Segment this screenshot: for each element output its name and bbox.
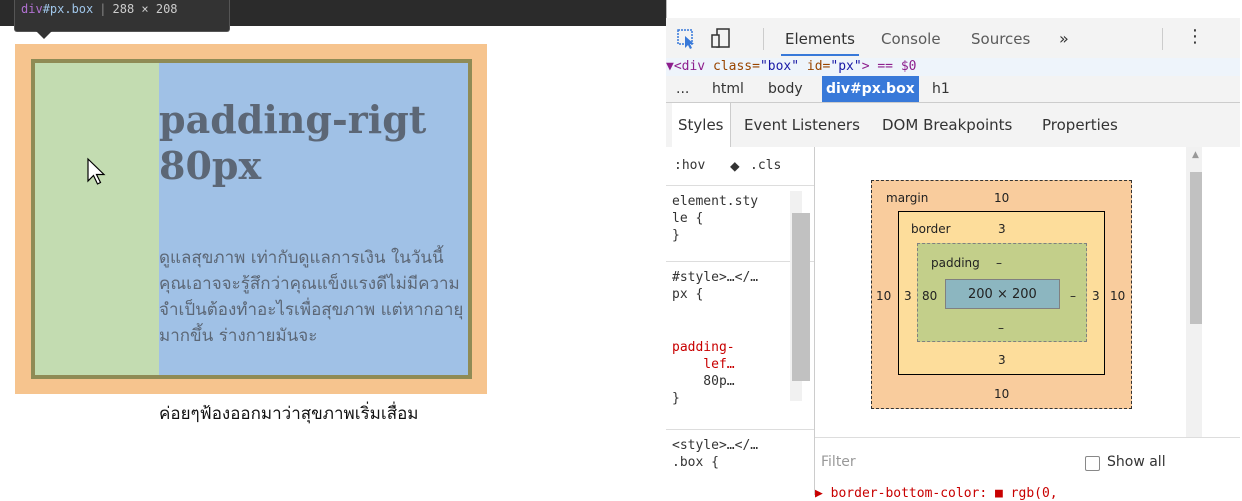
breadcrumb-body[interactable]: body bbox=[764, 76, 807, 102]
breadcrumb-div-selected[interactable]: div#px.box bbox=[822, 76, 919, 102]
content-size-value[interactable]: 200 × 200 bbox=[968, 288, 1037, 302]
styles-scrollbar-thumb[interactable] bbox=[792, 213, 810, 381]
margin-label: margin bbox=[886, 191, 929, 205]
rule-box-selector[interactable]: <style>…</… .box { bbox=[672, 437, 792, 471]
border-top-value[interactable]: 3 bbox=[998, 222, 1006, 236]
node-attr-id: id= bbox=[799, 59, 831, 74]
menu-kebab-icon[interactable]: ⋮ bbox=[1186, 22, 1204, 52]
rule-element-style[interactable]: element.sty le { } bbox=[672, 193, 792, 244]
computed-filter-input[interactable]: Filter bbox=[821, 454, 856, 470]
toolbar-divider bbox=[763, 28, 764, 50]
element-tooltip: div#px.box | 288 × 208 bbox=[14, 0, 230, 32]
breadcrumb-html[interactable]: html bbox=[708, 76, 748, 102]
mouse-cursor-icon bbox=[87, 157, 106, 185]
heading-line-2: 80px bbox=[159, 143, 262, 188]
computed-property-row[interactable]: ▶ border-bottom-color: ■ rgb(0, bbox=[815, 486, 1058, 501]
node-tag-close: > == $0 bbox=[861, 59, 917, 74]
rule-padding-left-prop[interactable]: padding- lef… bbox=[672, 339, 792, 373]
tab-sources[interactable]: Sources bbox=[971, 24, 1030, 54]
styles-subtabs: Styles Event Listeners DOM Breakpoints P… bbox=[666, 103, 1240, 148]
show-all-label: Show all bbox=[1107, 454, 1166, 470]
margin-left-value[interactable]: 10 bbox=[876, 289, 891, 303]
tab-styles[interactable]: Styles bbox=[672, 103, 731, 147]
styles-filter-bar: :hov ◆ .cls bbox=[666, 147, 814, 186]
tooltip-dimensions: 288 × 208 bbox=[112, 2, 178, 16]
border-label: border bbox=[911, 222, 951, 236]
page-heading: padding-rigt 80px bbox=[159, 97, 479, 189]
rule-padding-left-value[interactable]: 80p… } bbox=[672, 373, 792, 407]
styles-pane: :hov ◆ .cls element.sty le { } #style>…<… bbox=[666, 147, 815, 495]
devtools-toolbar: Elements Console Sources » ⋮ bbox=[666, 18, 1240, 59]
tab-elements[interactable]: Elements bbox=[781, 24, 859, 56]
paragraph-overflow: ค่อยๆฟ้องออกมาว่าสุขภาพเริ่มเสื่อม bbox=[159, 404, 419, 424]
rule-divider bbox=[666, 429, 814, 430]
selected-node-line[interactable]: ▼<div class="box" id="px"> == $0 bbox=[666, 58, 1240, 76]
element-state-icon[interactable]: ◆ bbox=[730, 147, 740, 185]
border-left-value[interactable]: 3 bbox=[904, 289, 912, 303]
heading-line-1: padding-rigt bbox=[159, 97, 427, 142]
node-attr-class: class= bbox=[712, 59, 760, 74]
padding-right-value[interactable]: – bbox=[1070, 289, 1076, 303]
tab-properties[interactable]: Properties bbox=[1042, 103, 1118, 147]
node-tag-open: ▼<div bbox=[666, 59, 713, 74]
node-attr-id-value: "px" bbox=[830, 59, 862, 74]
show-all-checkbox[interactable] bbox=[1085, 456, 1100, 471]
rule-px-selector[interactable]: #style>…</… px { bbox=[672, 269, 792, 303]
scroll-up-icon[interactable]: ▲ bbox=[1192, 150, 1199, 160]
breadcrumb-h1[interactable]: h1 bbox=[928, 76, 954, 102]
padding-label: padding bbox=[931, 256, 980, 270]
device-toolbar-icon[interactable] bbox=[710, 26, 732, 50]
padding-left-value[interactable]: 80 bbox=[922, 289, 937, 303]
margin-right-value[interactable]: 10 bbox=[1110, 289, 1125, 303]
border-bottom-value[interactable]: 3 bbox=[998, 353, 1006, 367]
tooltip-selector: #px.box bbox=[42, 2, 94, 16]
padding-highlight bbox=[35, 63, 159, 375]
padding-top-value[interactable]: – bbox=[996, 256, 1002, 270]
more-tabs-button[interactable]: » bbox=[1059, 24, 1069, 54]
tab-event-listeners[interactable]: Event Listeners bbox=[744, 103, 860, 147]
hov-toggle[interactable]: :hov bbox=[674, 147, 705, 185]
cls-toggle[interactable]: .cls bbox=[750, 147, 781, 185]
box-model-scrollbar-thumb[interactable] bbox=[1190, 172, 1202, 324]
breadcrumb-ellipsis[interactable]: ... bbox=[672, 76, 693, 102]
breadcrumb: ... html body div#px.box h1 bbox=[666, 76, 1240, 103]
inspect-element-icon[interactable] bbox=[676, 26, 698, 50]
tab-dom-breakpoints[interactable]: DOM Breakpoints bbox=[882, 103, 1012, 147]
tooltip-tag: div bbox=[21, 2, 43, 16]
toolbar-divider bbox=[1162, 28, 1163, 50]
paragraph-in-box: ดูแลสุขภาพ เท่ากับดูแลการเงิน ในวันนี้คุ… bbox=[159, 248, 464, 346]
tab-console[interactable]: Console bbox=[881, 24, 941, 54]
node-attr-class-value: "box" bbox=[759, 59, 800, 74]
border-right-value[interactable]: 3 bbox=[1092, 289, 1100, 303]
padding-bottom-value[interactable]: – bbox=[998, 321, 1004, 335]
margin-top-value[interactable]: 10 bbox=[994, 191, 1009, 205]
margin-bottom-value[interactable]: 10 bbox=[994, 387, 1009, 401]
tooltip-arrow bbox=[36, 31, 52, 39]
